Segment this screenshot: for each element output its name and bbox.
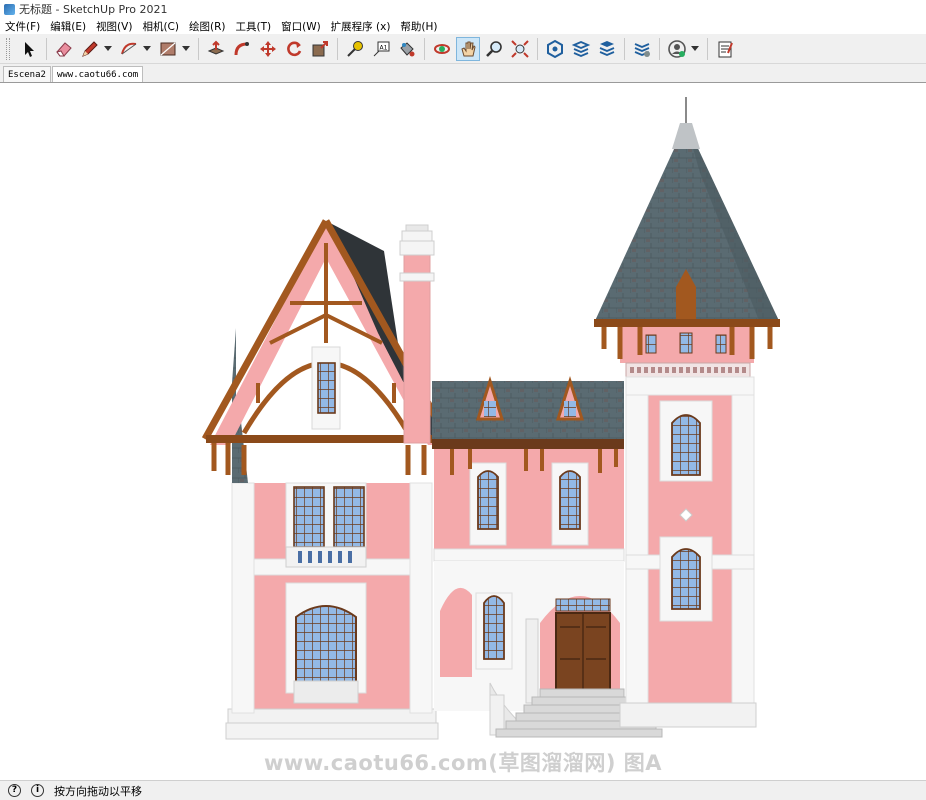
account-button[interactable] [665,37,689,61]
arc-tool-dropdown[interactable] [142,37,152,61]
warehouse-icon [547,39,563,58]
text-icon: A1 [373,41,390,56]
watermark-text: www.caotu66.com(草图溜溜网) 图A [263,751,663,775]
menu-file[interactable]: 文件(F) [0,19,45,34]
orbit-icon [434,43,450,54]
info-circle-icon[interactable]: i [31,784,44,797]
scale-tool-button[interactable] [308,37,332,61]
tape-measure-tool-button[interactable] [343,37,367,61]
follow-me-icon [234,41,249,55]
zoom-icon [486,40,502,57]
rotate-tool-button[interactable] [282,37,306,61]
follow-me-tool-button[interactable] [230,37,254,61]
rectangle-tool-dropdown[interactable] [181,37,191,61]
line-tool-button[interactable] [78,37,102,61]
pencil-line-icon [82,40,98,57]
toolbar-grip[interactable] [6,37,10,60]
arc-icon [121,42,137,54]
paint-bucket-tool-button[interactable] [395,37,419,61]
sketchup-logo-icon [4,3,15,15]
extension-warehouse-icon [571,40,591,57]
menu-draw[interactable]: 绘图(R) [184,19,231,34]
toolbar-separator [537,37,538,60]
chimney [399,224,435,444]
paint-bucket-icon [400,41,415,56]
pan-hand-icon [461,41,476,56]
tape-measure-icon [347,40,363,57]
move-icon [260,40,276,57]
scene-tab-active[interactable]: www.caotu66.com [51,66,144,82]
report-icon [718,41,733,57]
select-tool-button[interactable] [17,37,41,61]
rotate-icon [287,41,302,56]
eraser-tool-button[interactable] [52,37,76,61]
title-bar: 无标题 - SketchUp Pro 2021 [0,0,926,18]
extension-manager-button[interactable] [630,37,654,61]
account-icon [668,39,686,58]
zoom-extents-tool-button[interactable] [508,37,532,61]
push-pull-icon [207,40,225,55]
menu-help[interactable]: 帮助(H) [395,19,442,34]
toolbar-separator [337,37,338,60]
report-button[interactable] [713,37,737,61]
arc-tool-button[interactable] [117,37,141,61]
scene-tab-escena2[interactable]: Escena2 [3,66,51,82]
help-circle-icon[interactable]: ? [8,784,21,797]
zoom-extents-icon [511,39,529,58]
toolbar-separator [46,37,47,60]
menu-edit[interactable]: 编辑(E) [45,19,91,34]
toolbar-separator [659,37,660,60]
status-message: 按方向拖动以平移 [54,784,142,798]
orbit-tool-button[interactable] [430,37,454,61]
status-bar: ? i 按方向拖动以平移 [0,780,926,800]
menu-extensions[interactable]: 扩展程序 (x) [326,19,396,34]
menu-camera[interactable]: 相机(C) [137,19,184,34]
send-to-layout-button[interactable] [595,37,619,61]
rectangle-tool-button[interactable] [156,37,180,61]
pan-tool-button[interactable] [456,36,480,61]
toolbar-separator [707,37,708,60]
account-dropdown[interactable] [690,37,700,61]
line-tool-dropdown[interactable] [103,37,113,61]
menu-window[interactable]: 窗口(W) [276,19,326,34]
text-tool-button[interactable]: A1 [369,37,393,61]
menu-view[interactable]: 视图(V) [91,19,137,34]
menu-bar: 文件(F) 编辑(E) 视图(V) 相机(C) 绘图(R) 工具(T) 窗口(W… [0,18,926,34]
extension-warehouse-button[interactable] [569,37,593,61]
menu-tools[interactable]: 工具(T) [230,19,276,34]
layout-send-icon [599,40,615,56]
window-title: 无标题 - SketchUp Pro 2021 [19,3,168,16]
3d-warehouse-button[interactable] [543,37,567,61]
select-arrow-icon [25,41,34,57]
toolbar-separator [424,37,425,60]
drawing-viewport[interactable]: www.caotu66.com(草图溜溜网) 图A [0,82,926,780]
push-pull-tool-button[interactable] [204,37,228,61]
zoom-tool-button[interactable] [482,37,506,61]
svg-text:A1: A1 [380,44,388,51]
rectangle-icon [160,42,176,55]
building-model [201,97,780,740]
move-tool-button[interactable] [256,37,280,61]
scene-tabs: Escena2 www.caotu66.com [0,64,926,82]
eraser-icon [56,41,72,56]
extension-manager-icon [634,42,650,57]
toolbar-separator [624,37,625,60]
scale-icon [312,40,328,56]
main-toolbar: A1 [0,34,926,64]
toolbar-separator [198,37,199,60]
